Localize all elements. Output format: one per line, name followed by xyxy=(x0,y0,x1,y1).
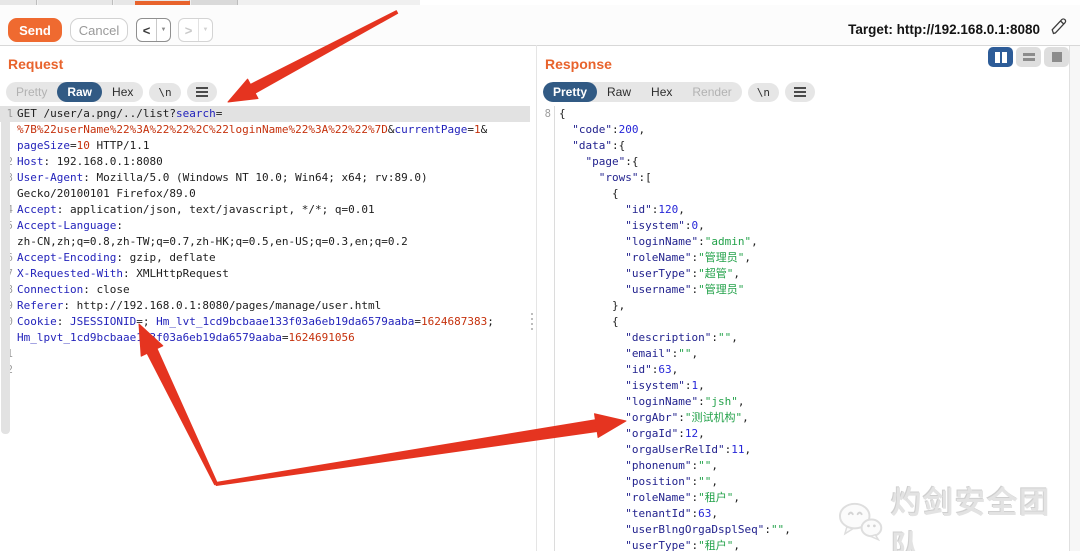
history-forward-button[interactable]: > ▼ xyxy=(178,18,213,42)
editor-line[interactable]: { xyxy=(537,314,1069,330)
target-bar: Target: http://192.168.0.1:8080 xyxy=(848,19,1040,39)
editor-line[interactable]: "isystem":1, xyxy=(537,378,1069,394)
layout-switcher xyxy=(988,47,1069,67)
editor-line[interactable]: "isystem":0, xyxy=(537,218,1069,234)
editor-line[interactable]: { xyxy=(537,186,1069,202)
request-view-tabbar: Pretty Raw Hex \n xyxy=(6,82,217,102)
editor-line[interactable]: 4Accept: application/json, text/javascri… xyxy=(0,202,530,218)
editor-line[interactable]: "tenantId":63, xyxy=(537,506,1069,522)
layout-rows-button[interactable] xyxy=(1016,47,1041,67)
request-newline-toggle[interactable]: \n xyxy=(149,82,181,102)
editor-line[interactable]: Hm_lpvt_1cd9bcbaae133f03a6eb19da6579aaba… xyxy=(0,330,530,346)
request-view-tabs: Pretty Raw Hex xyxy=(6,82,144,102)
editor-line[interactable]: "id":63, xyxy=(537,362,1069,378)
editor-line[interactable]: "email":"", xyxy=(537,346,1069,362)
editor-line[interactable]: pageSize=10 HTTP/1.1 xyxy=(0,138,530,154)
editor-line[interactable]: 6Accept-Encoding: gzip, deflate xyxy=(0,250,530,266)
editor-line[interactable]: "position":"", xyxy=(537,474,1069,490)
editor-line[interactable]: 2Host: 192.168.0.1:8080 xyxy=(0,154,530,170)
response-scrollbar-thumb[interactable] xyxy=(1,114,10,434)
burp-repeater-window: Send Cancel < ▼ > ▼ Target: http://192.1… xyxy=(0,0,1080,551)
editor-line[interactable]: }, xyxy=(537,298,1069,314)
response-editor[interactable]: 8{ "code":200, "data":{ "page":{ "rows":… xyxy=(537,106,1069,551)
splitter-handle[interactable] xyxy=(531,313,533,330)
editor-line[interactable]: "page":{ xyxy=(537,154,1069,170)
back-dropdown-icon[interactable]: ▼ xyxy=(157,19,170,41)
forward-arrow-icon[interactable]: > xyxy=(179,19,199,41)
editor-line[interactable]: 0Cookie: JSESSIONID=; Hm_lvt_1cd9bcbaae1… xyxy=(0,314,530,330)
editor-line[interactable]: "code":200, xyxy=(537,122,1069,138)
request-tab-hex[interactable]: Hex xyxy=(102,82,143,102)
editor-line[interactable]: "orgAbr":"测试机构", xyxy=(537,410,1069,426)
send-button[interactable]: Send xyxy=(8,18,62,42)
editor-line[interactable]: %7B%22userName%22%3A%22%22%2C%22loginNam… xyxy=(0,122,530,138)
response-view-tabbar: Pretty Raw Hex Render \n xyxy=(543,82,815,102)
editor-line[interactable]: "description":"", xyxy=(537,330,1069,346)
editor-line[interactable]: "username":"管理员" xyxy=(537,282,1069,298)
response-scrollbar[interactable] xyxy=(1069,46,1080,551)
response-panel-title: Response xyxy=(545,56,612,72)
editor-line[interactable]: 8Connection: close xyxy=(0,282,530,298)
request-panel-title: Request xyxy=(8,56,64,72)
editor-line[interactable]: 1 xyxy=(0,346,530,362)
request-menu-button[interactable] xyxy=(186,82,217,102)
back-arrow-icon[interactable]: < xyxy=(137,19,157,41)
repeater-toolbar: Send Cancel < ▼ > ▼ Target: http://192.1… xyxy=(0,5,1080,45)
response-view-tabs: Pretty Raw Hex Render xyxy=(543,82,742,102)
editor-line[interactable]: "orgaUserRelId":11, xyxy=(537,442,1069,458)
editor-line[interactable]: "roleName":"租户", xyxy=(537,490,1069,506)
editor-line[interactable]: 7X-Requested-With: XMLHttpRequest xyxy=(0,266,530,282)
editor-line[interactable]: "userBlngOrgaDsplSeq":"", xyxy=(537,522,1069,538)
editor-line[interactable]: "phonenum":"", xyxy=(537,458,1069,474)
response-menu-button[interactable] xyxy=(784,82,815,102)
target-label: Target: xyxy=(848,21,893,37)
editor-line[interactable]: 1 GET /user/a.png/../list?search= xyxy=(0,106,530,122)
toolbar-divider xyxy=(0,45,1080,46)
editor-line[interactable]: "loginName":"admin", xyxy=(537,234,1069,250)
edit-target-pencil-icon[interactable] xyxy=(1050,17,1068,37)
layout-columns-button[interactable] xyxy=(988,47,1013,67)
response-newline-toggle[interactable]: \n xyxy=(747,82,779,102)
editor-line[interactable]: "userType":"超管", xyxy=(537,266,1069,282)
request-tab-pretty[interactable]: Pretty xyxy=(6,82,57,102)
request-editor[interactable]: 1 GET /user/a.png/../list?search= %7B%22us… xyxy=(0,106,530,551)
target-url: http://192.168.0.1:8080 xyxy=(896,21,1040,37)
editor-line[interactable]: zh-CN,zh;q=0.8,zh-TW;q=0.7,zh-HK;q=0.5,e… xyxy=(0,234,530,250)
editor-line[interactable]: 8{ xyxy=(537,106,1069,122)
response-tab-render[interactable]: Render xyxy=(682,82,741,102)
history-back-button[interactable]: < ▼ xyxy=(136,18,171,42)
editor-line[interactable]: "data":{ xyxy=(537,138,1069,154)
response-tab-pretty[interactable]: Pretty xyxy=(543,82,598,102)
editor-line[interactable]: "rows":[ xyxy=(537,170,1069,186)
editor-line[interactable]: 5Accept-Language: xyxy=(0,218,530,234)
cancel-button[interactable]: Cancel xyxy=(70,18,128,42)
editor-line[interactable]: 2 xyxy=(0,362,530,378)
editor-line[interactable]: "roleName":"管理员", xyxy=(537,250,1069,266)
editor-line[interactable]: "userType":"租户", xyxy=(537,538,1069,551)
response-tab-raw[interactable]: Raw xyxy=(597,82,641,102)
editor-line[interactable]: "id":120, xyxy=(537,202,1069,218)
layout-single-button[interactable] xyxy=(1044,47,1069,67)
editor-line[interactable]: Gecko/20100101 Firefox/89.0 xyxy=(0,186,530,202)
editor-line[interactable]: 3User-Agent: Mozilla/5.0 (Windows NT 10.… xyxy=(0,170,530,186)
editor-line[interactable]: "orgaId":12, xyxy=(537,426,1069,442)
editor-line[interactable]: "loginName":"jsh", xyxy=(537,394,1069,410)
editor-line[interactable]: 9Referer: http://192.168.0.1:8080/pages/… xyxy=(0,298,530,314)
forward-dropdown-icon[interactable]: ▼ xyxy=(199,19,212,41)
arrow-head-search xyxy=(227,78,259,103)
request-tab-raw[interactable]: Raw xyxy=(57,82,103,102)
response-gutter-divider xyxy=(554,106,555,551)
response-tab-hex[interactable]: Hex xyxy=(641,82,682,102)
